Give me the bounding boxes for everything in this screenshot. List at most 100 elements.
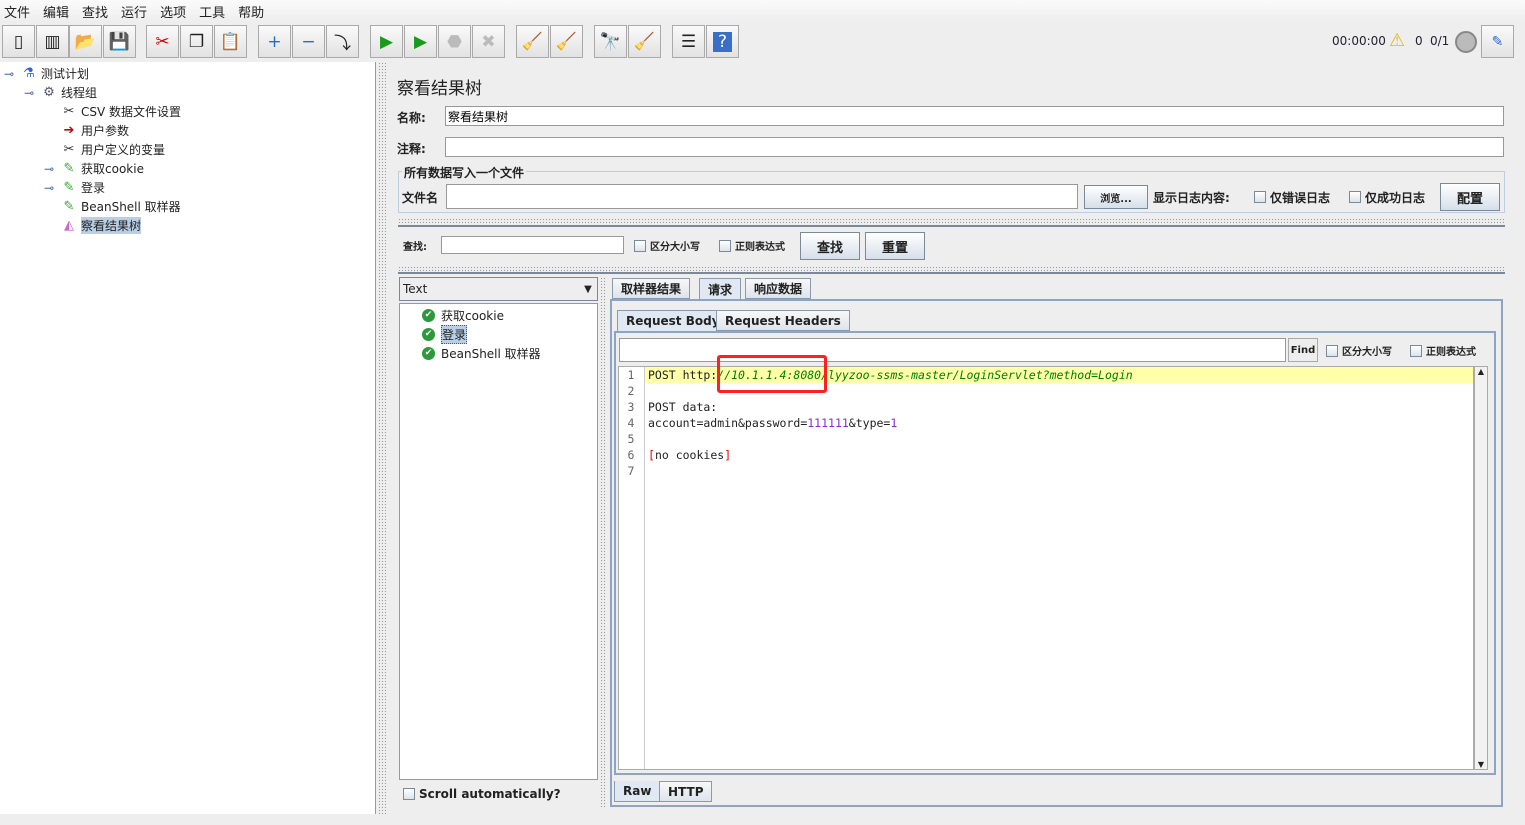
search-label: 查找:	[403, 242, 427, 253]
menu-tools[interactable]: 工具	[199, 2, 225, 21]
menu-file[interactable]: 文件	[4, 2, 30, 21]
start-no-pause-button[interactable]: ▶	[404, 25, 437, 58]
vertical-scrollbar[interactable]: ▲ ▼	[1474, 366, 1488, 770]
tree-item[interactable]: ⊸ ⚗ 测试计划	[0, 64, 375, 83]
sampler-icon: ✎	[63, 180, 75, 195]
splitter[interactable]	[398, 266, 1505, 271]
browse-button[interactable]: 浏览...	[1084, 185, 1148, 209]
cut-icon: ✂	[155, 31, 170, 52]
tab-request[interactable]: 请求	[699, 278, 742, 299]
menu-edit[interactable]: 编辑	[43, 2, 69, 21]
success-icon: ✔	[422, 347, 435, 360]
errors-only-checkbox[interactable]: 仅错误日志	[1254, 188, 1330, 206]
sample-item[interactable]: ✔ 获取cookie	[400, 306, 597, 325]
remote-status-icon	[1455, 31, 1477, 53]
tree-item[interactable]: ✂ 用户定义的变量	[0, 140, 375, 159]
find-button[interactable]: Find	[1288, 338, 1318, 362]
tree-item[interactable]: ⊸ ✎ 获取cookie	[0, 159, 375, 178]
shutdown-icon: ✖	[481, 31, 496, 52]
tree-item[interactable]: ⊸ ⚙ 线程组	[0, 83, 375, 102]
code-line-6: [no cookies]	[648, 448, 732, 462]
collapse-icon: −	[301, 31, 316, 52]
tab-http[interactable]: HTTP	[659, 781, 713, 802]
find-case-checkbox[interactable]: 区分大小写	[1326, 343, 1392, 358]
toggle-button[interactable]: ⤵	[326, 25, 359, 58]
tree-handle-icon[interactable]: ⊸	[4, 67, 20, 81]
code-line-3: POST data:	[648, 400, 718, 414]
open-button[interactable]: 📂	[69, 25, 102, 58]
divider	[398, 272, 1505, 274]
tree-item[interactable]: ⊸ ✎ 登录	[0, 178, 375, 197]
tree-handle-icon[interactable]: ⊸	[44, 162, 60, 176]
tree-item[interactable]: ➔ 用户参数	[0, 121, 375, 140]
preprocessor-icon: ➔	[63, 123, 75, 138]
scroll-automatically-checkbox[interactable]: Scroll automatically?	[403, 787, 561, 801]
log-viewer-button[interactable]: ✎	[1481, 25, 1514, 58]
tab-request-body[interactable]: Request Body	[617, 310, 729, 331]
splitter[interactable]	[378, 62, 386, 814]
name-input[interactable]	[445, 106, 1504, 126]
tree-handle-icon[interactable]: ⊸	[44, 181, 60, 195]
filename-input[interactable]	[446, 184, 1078, 209]
sample-list: ✔ 获取cookie ✔ 登录 ✔ BeanShell 取样器	[399, 303, 598, 780]
tree-item[interactable]: ✎ BeanShell 取样器	[0, 197, 375, 216]
reset-search-button[interactable]: 🧹	[628, 25, 661, 58]
tab-sampler-result[interactable]: 取样器结果	[612, 278, 691, 299]
tab-raw[interactable]: Raw	[614, 781, 661, 802]
menu-search[interactable]: 查找	[82, 2, 108, 21]
stop-button[interactable]: ⬣	[438, 25, 471, 58]
save-button[interactable]: 💾	[103, 25, 136, 58]
expand-button[interactable]: +	[258, 25, 291, 58]
expand-icon: +	[267, 31, 282, 52]
search-button[interactable]: 查找	[800, 232, 860, 260]
tree-item[interactable]: ✂ CSV 数据文件设置	[0, 102, 375, 121]
clear-all-button[interactable]: 🧹	[550, 25, 583, 58]
case-sensitive-checkbox[interactable]: 区分大小写	[634, 238, 700, 253]
start-button[interactable]: ▶	[370, 25, 403, 58]
success-only-checkbox[interactable]: 仅成功日志	[1349, 188, 1425, 206]
line-number: 7	[627, 464, 635, 478]
copy-button[interactable]: ❐	[180, 25, 213, 58]
shutdown-button[interactable]: ✖	[472, 25, 505, 58]
comment-input[interactable]	[445, 137, 1504, 157]
cut-button[interactable]: ✂	[146, 25, 179, 58]
collapse-button[interactable]: −	[292, 25, 325, 58]
tab-request-headers[interactable]: Request Headers	[716, 310, 850, 331]
tree-item-label: BeanShell 取样器	[81, 200, 181, 214]
menu-run[interactable]: 运行	[121, 2, 147, 21]
config-icon: ✂	[63, 104, 75, 119]
start-no-pause-icon: ▶	[413, 31, 428, 52]
find-regex-checkbox[interactable]: 正则表达式	[1410, 343, 1476, 358]
renderer-select[interactable]: Text ▼	[399, 277, 598, 301]
menu-options[interactable]: 选项	[160, 2, 186, 21]
regex-checkbox[interactable]: 正则表达式	[719, 238, 785, 253]
scroll-down-icon: ▼	[1477, 760, 1485, 769]
templates-button[interactable]: ▥	[36, 25, 69, 58]
tree-handle-icon[interactable]: ⊸	[24, 86, 40, 100]
splitter[interactable]	[398, 218, 1505, 223]
success-icon: ✔	[422, 328, 435, 341]
warning-count: 0	[1415, 34, 1423, 48]
new-button[interactable]: ▯	[2, 25, 35, 58]
search-button[interactable]: 🔭	[594, 25, 627, 58]
sample-item[interactable]: ✔ BeanShell 取样器	[400, 344, 597, 363]
clear-icon: 🧹	[521, 31, 544, 52]
stop-icon: ⬣	[447, 31, 462, 52]
reset-button[interactable]: 重置	[865, 232, 925, 260]
page-title: 察看结果树	[397, 79, 482, 99]
tree-item-label: 用户参数	[81, 124, 130, 138]
clear-button[interactable]: 🧹	[516, 25, 549, 58]
sample-item[interactable]: ✔ 登录	[400, 325, 597, 344]
help-button[interactable]: ?	[706, 25, 739, 58]
splitter[interactable]	[600, 277, 606, 807]
annotation-box	[717, 355, 827, 393]
menu-help[interactable]: 帮助	[238, 2, 264, 21]
function-helper-button[interactable]: ☰	[672, 25, 705, 58]
tree-item-label: 获取cookie	[81, 162, 144, 176]
paste-button[interactable]: 📋	[214, 25, 247, 58]
search-input[interactable]	[441, 236, 624, 254]
tab-response-data[interactable]: 响应数据	[745, 278, 812, 299]
tree-item[interactable]: ◭ 察看结果树	[0, 216, 375, 235]
configure-button[interactable]: 配置	[1440, 183, 1500, 211]
test-plan-tree: ⊸ ⚗ 测试计划 ⊸ ⚙ 线程组 ✂ CSV 数据文件设置 ➔ 用户参数 ✂ 用户定义的变量 ⊸ ✎ 获取c…	[0, 62, 376, 814]
